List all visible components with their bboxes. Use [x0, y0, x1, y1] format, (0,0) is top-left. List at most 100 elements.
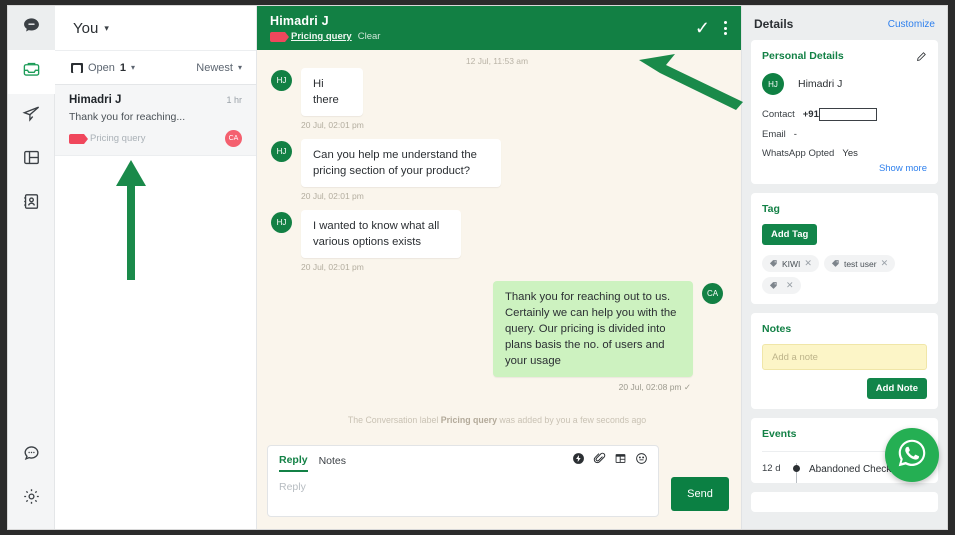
event-timeline-marker: [793, 463, 800, 482]
close-icon[interactable]: ✕: [786, 280, 794, 291]
template-icon[interactable]: [614, 452, 627, 470]
rail-item-inbox[interactable]: [8, 50, 55, 94]
contact-field: Contact +91: [762, 108, 927, 121]
more-options-icon[interactable]: [724, 21, 727, 35]
message-list: 12 Jul, 11:53 am HJ Hi there 20 Jul, 02:…: [257, 50, 741, 439]
conversation-top-row: Himadri J 1 hr: [69, 94, 242, 106]
whatsapp-opted-field: WhatsApp Opted Yes: [762, 148, 927, 159]
tag-card: Tag Add Tag KIWI ✕ test user ✕ ✕: [751, 193, 938, 304]
message-timestamp: 20 Jul, 02:01 pm: [301, 262, 364, 273]
list-item[interactable]: Himadri J 1 hr Thank you for reaching...…: [55, 85, 256, 156]
assignee-filter[interactable]: You ▾: [55, 6, 256, 50]
message-bubble: I wanted to know what all various option…: [301, 210, 461, 259]
avatar: CA: [702, 283, 723, 305]
icon-rail: [8, 6, 55, 529]
send-button[interactable]: Send: [671, 477, 729, 511]
chat-header-label-row: Pricing query Clear: [270, 31, 695, 42]
inbox-status-icon: [71, 62, 83, 73]
message-outgoing: Thank you for reaching out to us. Certai…: [271, 281, 723, 378]
rail-item-contacts[interactable]: [8, 182, 55, 226]
label-flag-icon: [69, 133, 88, 144]
clear-label-button[interactable]: Clear: [358, 31, 381, 42]
tab-notes[interactable]: Notes: [319, 455, 346, 471]
page-title: Details: [754, 17, 794, 31]
composer-area: Reply Notes Reply Send: [257, 439, 741, 529]
edit-pencil-icon[interactable]: [916, 51, 927, 62]
message-timestamp: 20 Jul, 02:08 pm ✓: [618, 382, 691, 393]
tag-icon: [831, 260, 839, 267]
sort-label: Newest: [196, 61, 233, 74]
tag-chip-label: KIWI: [782, 258, 801, 269]
event-age: 12 d: [762, 463, 781, 474]
emoji-icon[interactable]: [635, 452, 648, 470]
contact-number-redacted: [818, 108, 877, 121]
close-icon[interactable]: ✕: [881, 258, 889, 269]
chat-support-icon: [22, 443, 41, 467]
chat-label-text[interactable]: Pricing query: [291, 31, 352, 42]
contacts-icon: [22, 192, 41, 216]
avatar: HJ: [271, 212, 292, 234]
status-filter[interactable]: Open 1 ▾: [71, 62, 135, 74]
tag-chip[interactable]: KIWI ✕: [762, 255, 819, 272]
day-timestamp: 12 Jul, 11:53 am: [465, 56, 529, 66]
tag-chip[interactable]: test user ✕: [823, 255, 896, 272]
status-count: 1: [119, 61, 127, 74]
tab-reply[interactable]: Reply: [279, 454, 308, 472]
tag-icon: [769, 260, 777, 267]
resolve-check-icon[interactable]: ✓: [695, 19, 710, 37]
show-more-link[interactable]: Show more: [762, 163, 927, 174]
whatsapp-fab[interactable]: [885, 428, 939, 482]
chevron-down-icon: ▾: [237, 63, 242, 72]
logo-icon: [22, 16, 41, 40]
message-bubble: Hi there: [301, 68, 363, 117]
avatar: HJ: [271, 141, 292, 163]
add-note-button[interactable]: Add Note: [866, 378, 927, 399]
avatar: CA: [225, 130, 242, 147]
label-flag-icon: [270, 31, 289, 42]
tag-chip[interactable]: ✕: [762, 277, 801, 294]
quick-reply-icon[interactable]: [572, 452, 585, 470]
assignee-label: You: [73, 19, 99, 37]
avatar: HJ: [762, 73, 784, 95]
status-label: Open: [88, 61, 115, 74]
chevron-down-icon: ▾: [104, 22, 109, 33]
composer-box[interactable]: Reply Notes Reply: [267, 445, 659, 517]
message-incoming: HJ Can you help me understand the pricin…: [271, 139, 723, 188]
email-field: Email -: [762, 129, 927, 140]
contact-country-code: +91: [802, 109, 819, 120]
customize-link[interactable]: Customize: [888, 19, 935, 30]
conversation-contact-name: Himadri J: [69, 94, 122, 106]
close-icon[interactable]: ✕: [804, 258, 812, 269]
personal-details-header: Personal Details: [762, 50, 927, 62]
reply-input-placeholder[interactable]: Reply: [279, 481, 647, 493]
inbox-icon: [22, 60, 41, 84]
app-window: You ▾ Open 1 ▾ Newest ▾ Himadri J 1 hr T…: [8, 6, 947, 529]
tag-chip-label: test user: [843, 258, 877, 269]
tag-card-title: Tag: [762, 203, 780, 215]
add-tag-button[interactable]: Add Tag: [762, 224, 818, 245]
conversation-label: Pricing query: [69, 133, 145, 144]
rail-item-logo[interactable]: [8, 6, 55, 50]
rail-item-broadcast[interactable]: [8, 94, 55, 138]
rail-item-support[interactable]: [8, 433, 55, 477]
attachment-paperclip-icon[interactable]: [593, 452, 606, 470]
email-field-value: -: [793, 129, 797, 140]
tag-icon: [769, 282, 777, 289]
avatar: HJ: [271, 70, 292, 91]
chat-header: Himadri J Pricing query Clear ✓: [257, 6, 741, 50]
list-filter-bar: Open 1 ▾ Newest ▾: [55, 50, 256, 85]
whatsapp-icon: [894, 435, 930, 476]
notes-card: Notes Add a note Add Note: [751, 313, 938, 409]
rail-item-settings[interactable]: [8, 477, 55, 521]
events-card-next: [751, 491, 938, 512]
message-bubble: Can you help me understand the pricing s…: [301, 139, 501, 188]
label-text: Pricing query: [90, 133, 146, 144]
personal-details-card: Personal Details HJ Himadri J Contact +9…: [751, 40, 938, 184]
message-timestamp: 20 Jul, 02:01 pm: [301, 191, 364, 202]
rail-item-dashboard[interactable]: [8, 138, 55, 182]
conversation-bottom-row: Pricing query CA: [69, 130, 242, 147]
note-input[interactable]: Add a note: [762, 344, 927, 370]
tag-chip-list: KIWI ✕ test user ✕ ✕: [762, 255, 927, 294]
sort-filter[interactable]: Newest ▾: [196, 62, 242, 74]
conversation-snippet: Thank you for reaching...: [69, 111, 186, 123]
